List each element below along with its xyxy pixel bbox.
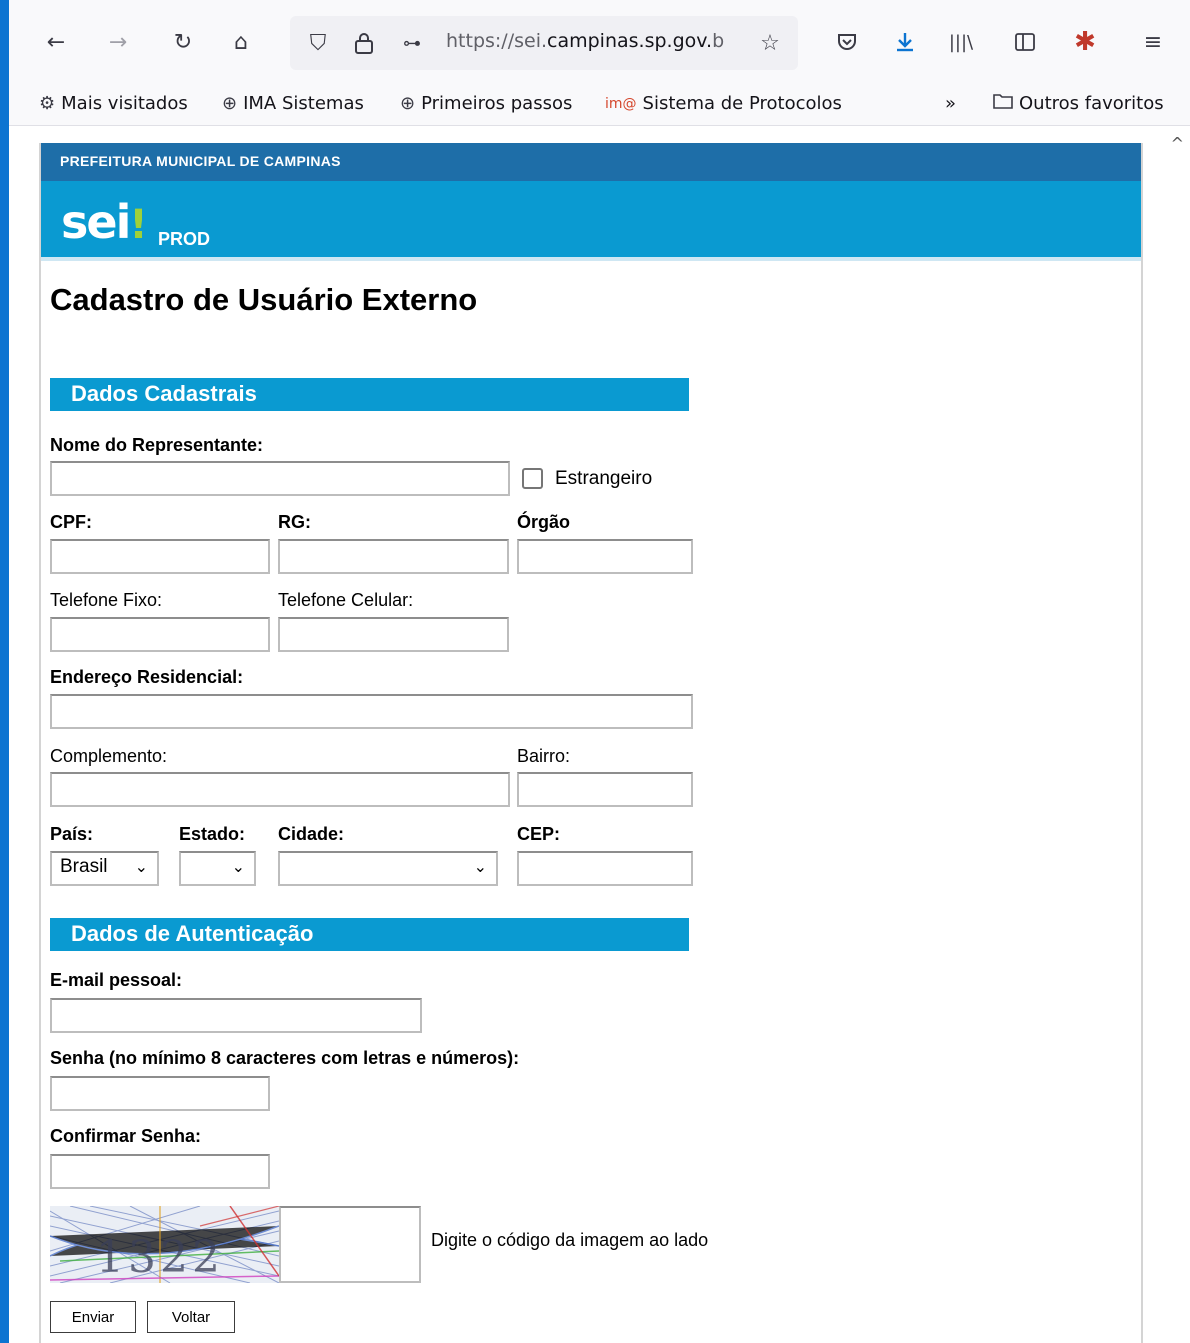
rg-input[interactable] (278, 539, 509, 574)
section-dados-autenticacao: Dados de Autenticação (50, 918, 689, 951)
voltar-button[interactable]: Voltar (147, 1301, 235, 1333)
environment-label: PROD (158, 229, 211, 249)
page-title: Cadastro de Usuário Externo (50, 282, 478, 317)
nome-label: Nome do Representante: (50, 435, 264, 455)
gear-icon: ⚙ (39, 93, 56, 114)
chevron-down-icon: ⌄ (231, 857, 245, 876)
bookmark-primeiros-passos[interactable]: ⊕ Primeiros passos (400, 93, 572, 114)
downloads-icon[interactable] (891, 28, 919, 56)
lock-icon (350, 29, 378, 57)
shield-icon: ⛉ (309, 30, 327, 56)
nome-input[interactable] (50, 461, 510, 496)
chevron-down-icon: ⌄ (134, 857, 148, 876)
pocket-icon[interactable] (833, 28, 861, 56)
confirmar-senha-input[interactable] (50, 1154, 270, 1189)
pais-label: País: (50, 824, 94, 844)
email-input[interactable] (50, 998, 422, 1033)
bookmark-sistema-protocolos[interactable]: im@ Sistema de Protocolos (605, 93, 842, 114)
globe-icon: ⊕ (400, 93, 416, 114)
permissions-icon[interactable]: ⊶ (398, 29, 426, 57)
telefone-celular-input[interactable] (278, 617, 509, 652)
svg-text:1322: 1322 (96, 1232, 224, 1283)
cidade-label: Cidade: (278, 824, 345, 844)
back-icon[interactable]: ← (42, 28, 70, 56)
telefone-celular-label: Telefone Celular: (278, 590, 414, 610)
bookmark-ima-sistemas[interactable]: ⊕ IMA Sistemas (222, 93, 364, 114)
telefone-fixo-label: Telefone Fixo: (50, 590, 163, 610)
bookmarks-bar: ⚙ Mais visitados ⊕ IMA Sistemas ⊕ Primeiros… (9, 88, 1190, 126)
estado-label: Estado: (179, 824, 246, 844)
endereco-label: Endereço Residencial: (50, 667, 244, 687)
agency-bar: PREFEITURA MUNICIPAL DE CAMPINAS (41, 143, 1141, 181)
bookmark-outros-favoritos[interactable]: Outros favoritos (993, 93, 1164, 114)
folder-icon (993, 93, 1013, 114)
brand-header: sei! PROD (41, 181, 1141, 261)
home-icon[interactable]: ⌂ (227, 28, 255, 56)
bairro-input[interactable] (517, 772, 693, 807)
enviar-button[interactable]: Enviar (50, 1301, 136, 1333)
bairro-label: Bairro: (517, 746, 571, 766)
cidade-select[interactable]: ⌄ (278, 851, 498, 886)
complemento-input[interactable] (50, 772, 510, 807)
cpf-label: CPF: (50, 512, 92, 532)
endereco-input[interactable] (50, 694, 693, 729)
scroll-up-arrow-icon[interactable]: ^ (1171, 134, 1184, 153)
globe-icon: ⊕ (222, 93, 238, 114)
orgao-input[interactable] (517, 539, 693, 574)
email-label: E-mail pessoal: (50, 970, 183, 990)
estado-select[interactable]: ⌄ (179, 851, 256, 886)
menu-icon[interactable]: ≡ (1139, 28, 1167, 56)
ima-logo-icon: im@ (605, 95, 637, 112)
cep-label: CEP: (517, 824, 561, 844)
bookmark-mais-visitados[interactable]: ⚙ Mais visitados (39, 93, 188, 114)
library-icon[interactable]: |||\ (947, 28, 975, 56)
window-left-edge (0, 0, 9, 1343)
sidebar-icon[interactable] (1011, 28, 1039, 56)
confirmar-senha-label: Confirmar Senha: (50, 1126, 202, 1146)
orgao-label: Órgão (517, 512, 571, 532)
address-bar[interactable]: ⛉ ⊶ https://sei.campinas.sp.gov.b ☆ (290, 16, 798, 70)
cep-input[interactable] (517, 851, 693, 886)
browser-toolbar: ← → ↻ ⌂ ⛉ ⊶ https://sei.campinas.sp.gov.… (9, 0, 1190, 88)
reload-icon[interactable]: ↻ (169, 28, 197, 56)
section-dados-cadastrais: Dados Cadastrais (50, 378, 689, 411)
agency-name: PREFEITURA MUNICIPAL DE CAMPINAS (60, 153, 341, 169)
extension-icon[interactable]: ✱ (1071, 27, 1099, 57)
bookmarks-overflow-button[interactable]: » (945, 93, 956, 114)
chevron-down-icon: ⌄ (473, 857, 487, 876)
complemento-label: Complemento: (50, 746, 168, 766)
senha-input[interactable] (50, 1076, 270, 1111)
estrangeiro-label: Estrangeiro (555, 468, 653, 489)
estrangeiro-checkbox[interactable] (522, 468, 543, 489)
cpf-input[interactable] (50, 539, 270, 574)
captcha-image: 1322 (50, 1206, 279, 1283)
forward-icon[interactable]: → (104, 28, 132, 56)
sei-logo[interactable]: sei! (61, 195, 148, 249)
captcha-hint: Digite o código da imagem ao lado (431, 1230, 709, 1250)
telefone-fixo-input[interactable] (50, 617, 270, 652)
web-page: PREFEITURA MUNICIPAL DE CAMPINAS sei! PR… (39, 143, 1143, 1343)
senha-label: Senha (no mínimo 8 caracteres com letras… (50, 1048, 520, 1068)
url-text: https://sei.campinas.sp.gov.b (446, 30, 725, 52)
captcha-input[interactable] (279, 1206, 421, 1283)
rg-label: RG: (278, 512, 311, 532)
pais-select[interactable]: Brasil ⌄ (50, 851, 159, 886)
bookmark-star-icon[interactable]: ☆ (756, 29, 784, 57)
